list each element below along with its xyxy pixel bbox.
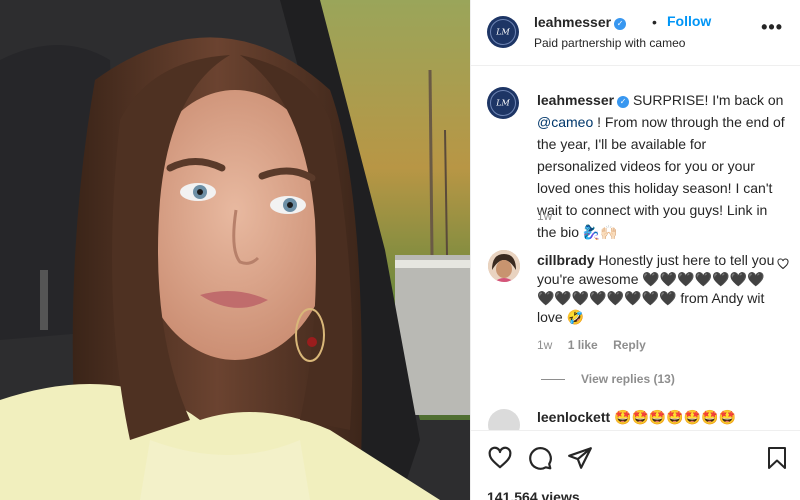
heart-icon[interactable] [487, 445, 513, 471]
comment-likes[interactable]: 1 like [568, 338, 598, 352]
post-video[interactable] [0, 0, 470, 500]
paid-partnership-label[interactable]: Paid partnership with cameo [534, 36, 685, 50]
caption-avatar[interactable]: LM [487, 87, 519, 119]
view-replies-button[interactable]: View replies (13) [541, 372, 675, 386]
follow-button[interactable]: Follow [667, 13, 711, 29]
comment-text-2: 🤩🤩🤩🤩🤩🤩🤩 [610, 409, 737, 425]
comment-timestamp[interactable]: 1w [537, 338, 552, 352]
comments-section[interactable]: LM leahmesser ✓ SURPRISE! I'm back on @ca… [471, 67, 800, 430]
verified-badge-icon: ✓ [614, 18, 627, 30]
comment-body-2: leenlockett 🤩🤩🤩🤩🤩🤩🤩 [537, 409, 736, 426]
action-bar: 141,564 views [471, 430, 800, 500]
view-count[interactable]: 141,564 views [487, 489, 580, 500]
caption-text-start: SURPRISE! I'm back on [629, 92, 784, 108]
view-replies-label[interactable]: View replies (13) [581, 372, 675, 386]
view-replies-line [541, 379, 565, 381]
comment-reply-button[interactable]: Reply [613, 338, 646, 352]
caption-verified-badge-icon: ✓ [617, 96, 630, 108]
caption-text-end: ! From now through the end of the year, … [537, 114, 785, 240]
comment-username-2[interactable]: leenlockett [537, 409, 610, 425]
post-sidebar: LM leahmesser ✓ • Follow Paid partnership… [470, 0, 800, 500]
caption-username[interactable]: leahmesser [537, 92, 614, 108]
comment-heart-icon[interactable] [777, 258, 789, 270]
paper-plane-icon[interactable] [567, 445, 593, 471]
bookmark-icon[interactable] [765, 445, 789, 471]
header-separator: • [652, 14, 657, 30]
caption-timestamp[interactable]: 1w [537, 209, 552, 223]
caption: leahmesser ✓ SURPRISE! I'm back on @cameo… [537, 89, 787, 243]
more-options-icon[interactable]: ••• [761, 17, 783, 38]
commenter-avatar-image [488, 250, 520, 282]
comment-body: cillbrady Honestly just here to tell you… [537, 251, 777, 327]
cameo-logo-icon[interactable]: LM [487, 16, 519, 48]
post-header: LM leahmesser ✓ • Follow Paid partnership… [471, 0, 800, 66]
commenter-avatar[interactable] [488, 250, 520, 282]
comment-username[interactable]: cillbrady [537, 252, 595, 268]
comment-icon[interactable] [527, 445, 553, 471]
author-username-text[interactable]: leahmesser [534, 14, 611, 30]
instagram-post: LM leahmesser ✓ • Follow Paid partnership… [0, 0, 800, 500]
caption-avatar-monogram: LM [496, 98, 510, 108]
commenter-avatar-2[interactable] [488, 409, 520, 430]
caption-mention-link[interactable]: @cameo [537, 114, 593, 130]
video-frame-illustration [0, 0, 470, 500]
comment-meta: 1w 1 like Reply [537, 338, 658, 352]
avatar-monogram: LM [496, 27, 510, 37]
author-username[interactable]: leahmesser ✓ [534, 14, 627, 30]
